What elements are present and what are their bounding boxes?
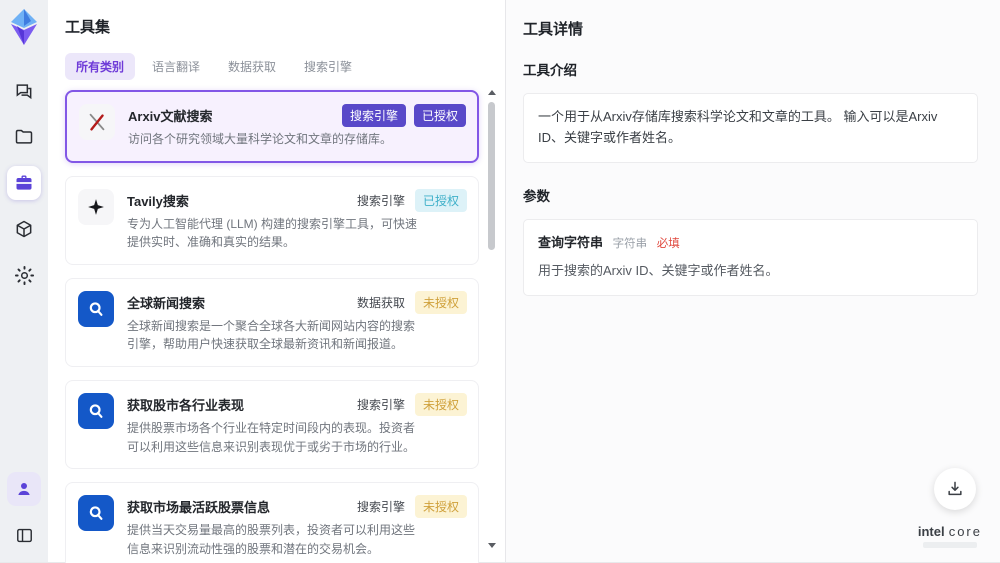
tool-description: 提供股票市场各个行业在特定时间段内的表现。投资者可以利用这些信息来识别表现优于或…	[127, 420, 416, 454]
sidebar-item-chat[interactable]	[7, 74, 41, 108]
tool-list: Arxiv文献搜索 访问各个研究领域大量科学论文和文章的存储库。 搜索引擎 已授…	[65, 90, 489, 563]
sidebar-item-user[interactable]	[7, 472, 41, 506]
tool-description: 访问各个研究领域大量科学论文和文章的存储库。	[128, 132, 393, 146]
tool-details-panel: 工具详情 工具介绍 一个用于从Arxiv存储库搜索科学论文和文章的工具。 输入可…	[505, 0, 1000, 562]
category-label: 搜索引擎	[356, 500, 405, 515]
intro-text-box: 一个用于从Arxiv存储库搜索科学论文和文章的工具。 输入可以是Arxiv ID…	[523, 93, 978, 163]
category-label: 搜索引擎	[356, 193, 405, 208]
auth-status-badge: 已授权	[413, 104, 466, 127]
auth-status-badge: 已授权	[414, 188, 467, 212]
brand-underline	[922, 542, 977, 548]
tool-description: 提供当天交易量最高的股票列表，投资者可以利用这些信息来识别流动性强的股票和潜在的…	[127, 523, 416, 556]
download-button[interactable]	[934, 468, 976, 510]
tool-card-arxiv[interactable]: Arxiv文献搜索 访问各个研究领域大量科学论文和文章的存储库。 搜索引擎 已授…	[65, 90, 479, 163]
param-required-flag: 必填	[656, 237, 680, 250]
list-scrollbar[interactable]	[487, 90, 497, 548]
arxiv-logo-icon	[79, 104, 115, 140]
app-logo-icon	[7, 8, 41, 46]
intel-wordmark: intel	[917, 524, 945, 539]
tool-card-tavily[interactable]: Tavily搜索 专为人工智能代理 (LLM) 构建的搜索引擎工具，可快速提供实…	[65, 175, 479, 265]
category-tabs: 所有类别 语言翻译 数据获取 搜索引擎	[65, 53, 505, 80]
param-name: 查询字符串	[538, 234, 604, 250]
search-q-icon	[78, 392, 114, 429]
tab-data-fetch[interactable]: 数据获取	[217, 53, 287, 80]
intel-core-logo: intel core	[918, 524, 982, 548]
param-type: 字符串	[612, 237, 648, 250]
tavily-star-icon	[78, 188, 114, 225]
auth-status-badge: 未授权	[414, 495, 467, 519]
details-title: 工具详情	[523, 21, 584, 38]
scroll-down-arrow-icon[interactable]	[488, 543, 496, 548]
app-window: 工具集 所有类别 语言翻译 数据获取 搜索引擎 Arxiv文献搜索 访问各个研究…	[0, 0, 1000, 563]
sidebar-item-package[interactable]	[7, 212, 41, 246]
category-label: 数据获取	[356, 295, 405, 310]
sidebar-item-toolbox[interactable]	[7, 166, 41, 200]
intro-heading: 工具介绍	[523, 63, 577, 78]
tool-card-most-active-stocks[interactable]: 获取市场最活跃股票信息 提供当天交易量最高的股票列表，投资者可以利用这些信息来识…	[65, 482, 479, 563]
toolset-panel: 工具集 所有类别 语言翻译 数据获取 搜索引擎 Arxiv文献搜索 访问各个研究…	[48, 0, 505, 563]
icon-rail	[0, 0, 48, 562]
param-box: 查询字符串 字符串 必填 用于搜索的Arxiv ID、关键字或作者姓名。	[523, 218, 978, 297]
search-q-icon	[78, 495, 114, 532]
tab-search-engine[interactable]: 搜索引擎	[293, 53, 363, 80]
auth-status-badge: 未授权	[414, 392, 467, 416]
download-icon	[948, 481, 962, 496]
sidebar-item-settings[interactable]	[7, 258, 41, 292]
tool-card-sector-performance[interactable]: 获取股市各行业表现 提供股票市场各个行业在特定时间段内的表现。投资者可以利用这些…	[65, 379, 479, 470]
core-wordmark: core	[948, 524, 982, 539]
param-description: 用于搜索的Arxiv ID、关键字或作者姓名。	[538, 263, 779, 279]
tab-all-categories[interactable]: 所有类别	[65, 53, 136, 80]
category-label: 搜索引擎	[356, 397, 405, 412]
params-heading: 参数	[523, 188, 550, 204]
page-title: 工具集	[65, 19, 111, 36]
tool-card-global-news[interactable]: 全球新闻搜索 全球新闻搜索是一个聚合全球各大新闻网站内容的搜索引擎，帮助用户快速…	[65, 277, 479, 367]
scroll-up-arrow-icon[interactable]	[488, 90, 496, 95]
sidebar-item-files[interactable]	[7, 120, 41, 154]
tab-language-translation[interactable]: 语言翻译	[141, 53, 211, 80]
sidebar-item-panel-toggle[interactable]	[7, 518, 41, 552]
tool-description: 全球新闻搜索是一个聚合全球各大新闻网站内容的搜索引擎，帮助用户快速获取全球最新资…	[127, 318, 416, 352]
search-q-icon	[78, 290, 114, 327]
tool-description: 专为人工智能代理 (LLM) 构建的搜索引擎工具，可快速提供实时、准确和真实的结…	[127, 216, 418, 250]
auth-status-badge: 未授权	[414, 290, 467, 314]
scrollbar-thumb[interactable]	[488, 102, 495, 250]
category-badge: 搜索引擎	[341, 104, 406, 127]
